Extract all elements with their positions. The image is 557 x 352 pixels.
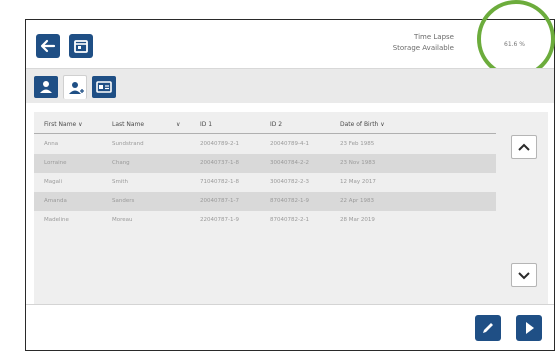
top-bar: Time Lapse Storage Available 61.6 % [26,0,555,78]
col-dob[interactable]: Date of Birth ∨ [340,121,385,128]
user-add-icon [69,82,84,94]
cell-dob: 22 Apr 1983 [340,198,375,204]
cell-first-name: Magali [44,179,63,185]
cell-last-name: Moreau [112,217,133,223]
status-text: Time Lapse Storage Available [393,32,454,54]
col-id2[interactable]: ID 2 [270,121,282,128]
cell-id2: 30040784-2-2 [270,160,309,166]
footer-divider [26,304,554,305]
time-lapse-label: Time Lapse [414,33,454,41]
tab-id-card[interactable] [92,76,116,98]
col-last-name-sort[interactable]: ∨ [176,121,180,128]
cell-id2: 20040789-4-1 [270,141,309,147]
col-first-name[interactable]: First Name ∨ [44,121,83,128]
tab-add-patient[interactable] [63,75,87,99]
pencil-icon [483,323,493,333]
table-row[interactable]: Madeline Moreau 22040787-1-9 87040782-2-… [34,211,496,230]
next-button[interactable] [516,315,542,341]
table-row[interactable]: Amanda Sanders 20040787-1-7 87040782-1-9… [34,192,496,211]
cell-id1: 22040787-1-9 [200,217,239,223]
highlight-circle [477,0,555,78]
cell-dob: 23 Feb 1985 [340,141,375,147]
cell-id2: 87040782-2-1 [270,217,309,223]
cell-first-name: Lorraine [44,160,67,166]
cell-id2: 30040782-2-3 [270,179,309,185]
calendar-icon [74,40,88,53]
cell-last-name: Chang [112,160,130,166]
play-icon [526,322,534,334]
col-id1[interactable]: ID 1 [200,121,212,128]
cell-dob: 12 May 2017 [340,179,376,185]
arrow-left-icon [40,39,56,53]
cell-id1: 20040737-1-8 [200,160,239,166]
cell-id1: 71040782-1-8 [200,179,239,185]
table-row[interactable]: Magali Smith 71040782-1-8 30040782-2-3 1… [34,173,496,192]
scroll-down-button[interactable] [511,263,537,287]
cell-id1: 20040789-2-1 [200,141,239,147]
table-row[interactable]: Lorraine Chang 20040737-1-8 30040784-2-2… [34,154,496,173]
col-last-name[interactable]: Last Name [112,121,144,128]
tab-patient[interactable] [34,76,58,98]
chevron-down-icon [518,272,530,280]
table-row[interactable]: Anna Sundstrand 20040789-2-1 20040789-4-… [34,135,496,154]
user-icon [40,81,52,93]
cell-id2: 87040782-1-9 [270,198,309,204]
cell-dob: 23 Nov 1983 [340,160,376,166]
scroll-up-button[interactable] [511,135,537,159]
table-header: First Name ∨ Last Name ∨ ID 1 ID 2 Date … [34,117,496,134]
chevron-up-icon [518,143,530,151]
cell-first-name: Amanda [44,198,67,204]
cell-last-name: Sundstrand [112,141,144,147]
cell-first-name: Madeline [44,217,69,223]
edit-button[interactable] [475,315,501,341]
back-button[interactable] [36,34,60,58]
cell-first-name: Anna [44,141,59,147]
cell-dob: 28 Mar 2019 [340,217,375,223]
cell-id1: 20040787-1-7 [200,198,239,204]
cell-last-name: Smith [112,179,129,185]
calendar-button[interactable] [69,34,93,58]
id-card-icon [96,81,112,93]
cell-last-name: Sanders [112,198,135,204]
app-screen: Time Lapse Storage Available 61.6 % Firs… [25,0,555,351]
storage-available-label: Storage Available [392,44,454,52]
tab-bar [26,68,554,103]
